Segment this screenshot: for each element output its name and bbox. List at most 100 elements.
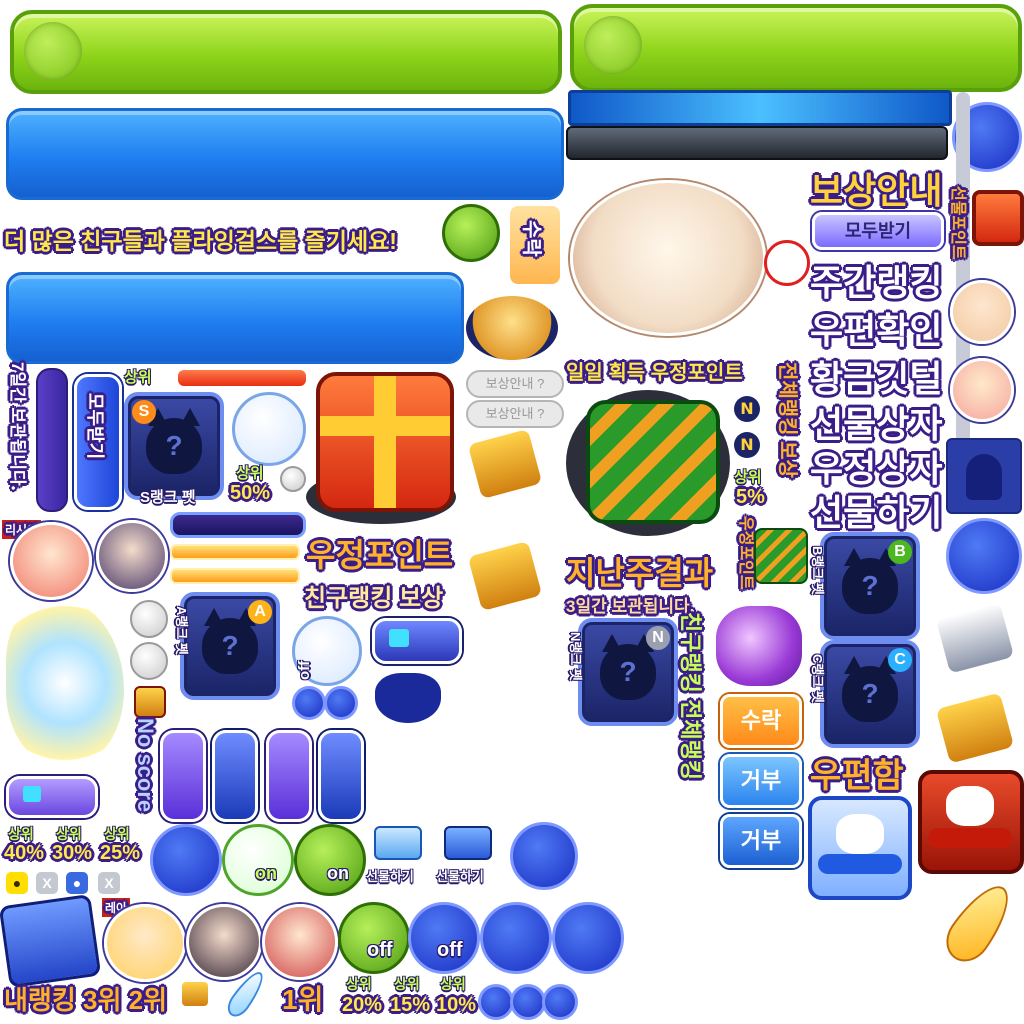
coin-stack <box>466 296 558 360</box>
cat-silhouette <box>372 670 444 726</box>
toggle-tube-1[interactable] <box>160 730 206 822</box>
reward-info-button-1[interactable]: 보상안내 ? <box>466 370 564 398</box>
rank-first: 1위 <box>282 984 324 1015</box>
n-letter-2: N <box>740 435 754 454</box>
green-gift-box <box>586 400 720 524</box>
toggle-tube-3[interactable] <box>266 730 312 822</box>
blue-circle-button-1[interactable] <box>510 822 578 890</box>
top-label-10: 상위 <box>440 976 466 992</box>
receive-all-vertical-button[interactable]: 모두받기 <box>74 374 122 510</box>
toggle-tube-2[interactable] <box>212 730 258 822</box>
my-rank-label: 내랭킹 <box>4 985 76 1015</box>
feather-circle-white[interactable] <box>232 392 306 466</box>
n-letter-1: N <box>740 399 754 418</box>
reward-info-button-2[interactable]: 보상안내 ? <box>466 400 564 428</box>
gold-bar-2 <box>170 568 300 584</box>
pet-card-a[interactable]: ? A <box>180 592 280 700</box>
wing-badge-5 <box>542 984 578 1020</box>
avatar-rea <box>104 904 186 982</box>
reject-button-1[interactable]: 거부 <box>720 754 802 808</box>
gold-bar-1 <box>170 544 300 560</box>
accept-vertical-label: 수락 <box>520 220 542 257</box>
close-x-icon-1[interactable]: X <box>36 872 58 894</box>
reward-info-label-1: 보상안내 <box>485 376 534 391</box>
blue-circle-button-2[interactable] <box>480 902 552 974</box>
send-gift-small-2: 선물하기 <box>436 869 484 884</box>
wing-badge-3 <box>478 984 514 1020</box>
total-rank-text: 전체랭킹 <box>678 699 703 781</box>
rank-crown-small <box>182 982 208 1006</box>
accept-vertical-button[interactable]: 수락 <box>508 204 562 286</box>
question-mark: ? <box>619 656 637 687</box>
envelope-icon-2 <box>444 826 492 860</box>
butterfly-wings <box>6 600 124 766</box>
kakao-chat-icon[interactable]: ● <box>6 872 28 894</box>
crown-icon-2 <box>467 540 543 612</box>
n-badge-1: N <box>734 396 760 422</box>
close-x-icon-2[interactable]: X <box>98 872 120 894</box>
feather-send-arrow-button[interactable] <box>150 824 222 896</box>
feather-on-button-light[interactable]: on <box>222 824 294 896</box>
feather-circle-right[interactable] <box>946 518 1022 594</box>
question-mark: ? <box>165 430 183 461</box>
feather-on-button[interactable]: on <box>294 824 366 896</box>
top-5-percent: 5% <box>736 486 765 508</box>
top-label-3: 상위 <box>734 469 762 486</box>
top-label-15: 상위 <box>394 976 420 992</box>
person-icon[interactable]: ● <box>66 872 88 894</box>
send-gift-small-1: 선물하기 <box>366 869 414 884</box>
dark-progress-track <box>566 126 948 160</box>
send-gift-button[interactable]: 선물하기 <box>436 822 504 888</box>
red-ribbon <box>928 828 1012 848</box>
mailbox-red-tile[interactable] <box>918 770 1024 874</box>
unknown-profile-tile <box>946 438 1022 514</box>
s-pet-label: S랭크 펫 <box>140 489 196 506</box>
pet-card-s[interactable]: ? S <box>124 392 224 500</box>
no-score-vertical: No score <box>133 718 158 813</box>
send-gift-label: 선물하기 <box>810 492 943 533</box>
avatar-captain <box>262 904 338 980</box>
my-rank-line: 내랭킹 3위 2위 <box>4 980 167 1017</box>
cube-button[interactable] <box>372 618 462 664</box>
reject-button-2[interactable]: 거부 <box>720 814 802 868</box>
check-mail-label: 우편확인 <box>810 310 943 351</box>
friend-rank-total-vertical: 친구랭킹 전체랭킹 <box>676 612 708 780</box>
gift-box-icon-small <box>972 190 1024 246</box>
accept-button[interactable]: 수락 <box>720 694 802 748</box>
toggle-tube-4[interactable] <box>318 730 364 822</box>
gray-circle-2[interactable] <box>130 642 168 680</box>
off-label-1: off <box>367 939 393 961</box>
green-gift-small <box>754 528 808 584</box>
gray-round-button[interactable] <box>280 466 306 492</box>
b-pet-label: B랭크 펫 <box>810 546 825 595</box>
friend-rank-text: 친구랭킹 <box>678 612 703 693</box>
sparkle-progress-bar <box>568 90 952 126</box>
friendship-point-title: 우정포인트 <box>306 537 454 573</box>
send-gift-button-light[interactable]: 선물하기 <box>366 822 434 888</box>
feather-off-blue[interactable]: off <box>408 902 480 974</box>
bar-knob <box>584 16 642 74</box>
receive-all-vertical-label: 모두받기 <box>85 393 105 460</box>
question-mark: ? <box>861 678 879 709</box>
pet-card-n[interactable]: ? N <box>578 618 678 726</box>
on-label-1: on <box>255 863 277 883</box>
add-friend-icon[interactable] <box>442 204 500 262</box>
cube-toggle-button[interactable] <box>6 776 98 818</box>
pet-card-b[interactable]: ? B <box>820 532 920 640</box>
rank-badge-c: C <box>888 648 912 672</box>
profile-silhouette <box>966 454 1002 500</box>
top-label-25: 상위 <box>104 826 130 842</box>
gray-circle-1[interactable] <box>130 600 168 638</box>
cat-head-icon <box>836 814 884 854</box>
top-label: 상위 <box>124 369 152 386</box>
friend-rank-reward-title: 친구랭킹 보상 <box>304 585 444 612</box>
wing-badge-2 <box>324 686 358 720</box>
cube-icon <box>389 629 409 647</box>
top-20-percent: 20% <box>342 994 383 1016</box>
receive-all-button[interactable]: 모두받기 <box>812 212 944 250</box>
blue-circle-button-3[interactable] <box>552 902 624 974</box>
mailbox-blue-tile[interactable] <box>808 796 912 900</box>
reject-label-2: 거부 <box>740 828 782 853</box>
feather-off-green[interactable]: off <box>338 902 410 974</box>
pet-card-c[interactable]: ? C <box>820 640 920 748</box>
